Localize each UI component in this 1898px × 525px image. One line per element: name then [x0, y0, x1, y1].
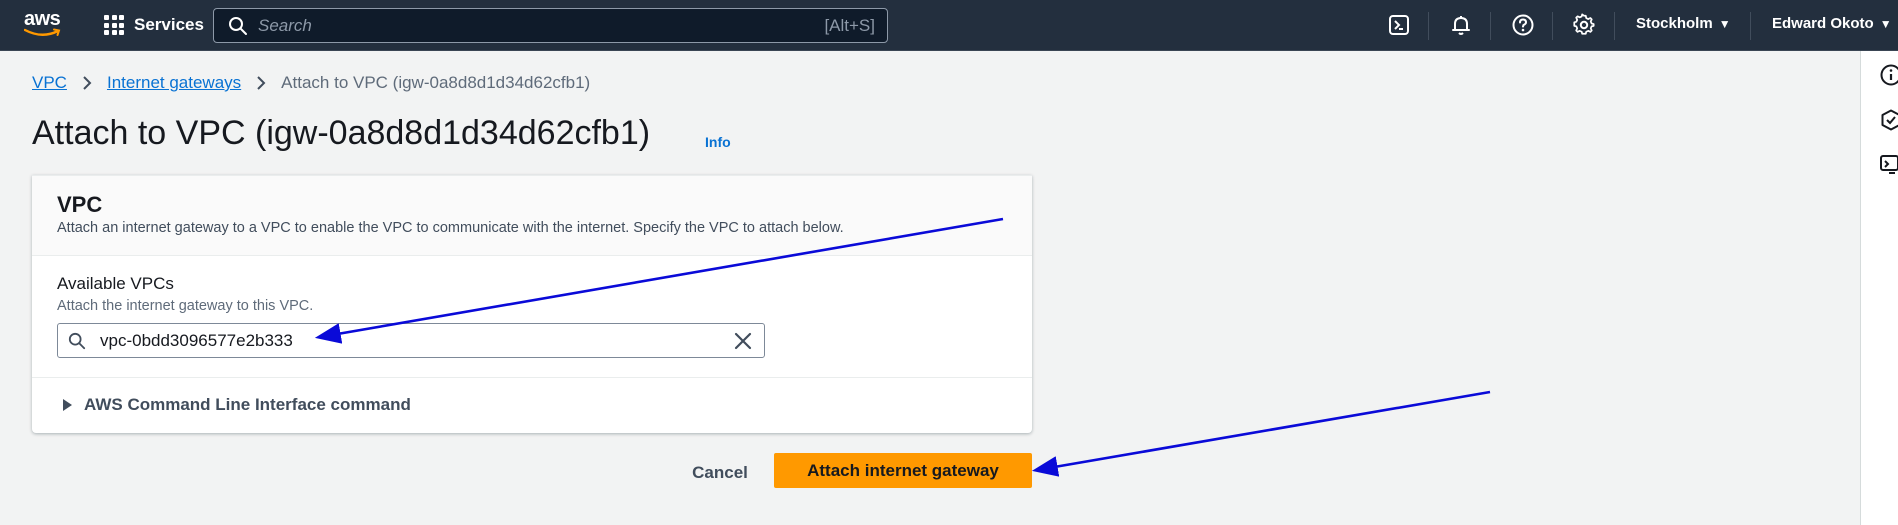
user-name: Edward Okoto [1772, 15, 1874, 32]
vpc-container: VPC Attach an internet gateway to a VPC … [32, 175, 1032, 433]
cancel-button[interactable]: Cancel [680, 456, 760, 490]
chevron-right-icon [83, 76, 92, 90]
container-header: VPC Attach an internet gateway to a VPC … [32, 176, 1032, 256]
region-label: Stockholm [1636, 15, 1713, 32]
settings-icon[interactable] [1572, 13, 1596, 37]
nav-separator [1614, 12, 1615, 40]
breadcrumb-vpc[interactable]: VPC [32, 73, 67, 93]
available-vpcs-label: Available VPCs [57, 274, 174, 293]
nav-separator [1750, 12, 1751, 40]
annotation-arrow [1031, 390, 1491, 477]
caret-down-icon: ▼ [1879, 16, 1892, 31]
aws-smile-icon [24, 28, 61, 36]
info-link[interactable]: Info [705, 134, 731, 150]
cloudshell-icon[interactable] [1387, 13, 1411, 37]
chevron-right-icon [257, 76, 266, 90]
shield-icon[interactable] [1879, 108, 1898, 132]
info-icon[interactable] [1879, 63, 1898, 87]
search-icon [68, 332, 86, 349]
breadcrumb-internet-gateways[interactable]: Internet gateways [107, 73, 241, 93]
page-title: Attach to VPC (igw-0a8d8d1d34d62cfb1) [32, 114, 651, 152]
aws-logo[interactable]: aws [22, 8, 66, 40]
divider [32, 377, 1032, 378]
account-menu[interactable]: Edward Okoto ▼ [1772, 15, 1892, 32]
global-search[interactable]: [Alt+S] [213, 8, 888, 43]
bell-icon[interactable] [1449, 13, 1473, 37]
help-icon[interactable] [1511, 13, 1535, 37]
container-description: Attach an internet gateway to a VPC to e… [57, 220, 844, 236]
feedback-icon[interactable] [1879, 153, 1898, 177]
breadcrumb-current: Attach to VPC (igw-0a8d8d1d34d62cfb1) [281, 73, 591, 92]
region-selector[interactable]: Stockholm ▼ [1636, 15, 1731, 32]
nav-separator [1428, 12, 1429, 40]
search-input[interactable] [258, 15, 825, 36]
clear-icon[interactable] [732, 330, 754, 352]
vpc-autosuggest[interactable]: vpc-0bdd3096577e2b333 [57, 323, 765, 358]
caret-down-icon: ▼ [1718, 16, 1731, 31]
nav-separator [1490, 12, 1491, 40]
right-tools-rail [1860, 51, 1898, 525]
services-label: Services [134, 15, 204, 34]
apps-grid-icon [104, 15, 124, 35]
nav-separator [1552, 12, 1553, 40]
attach-internet-gateway-button[interactable]: Attach internet gateway [774, 453, 1032, 488]
breadcrumb: VPC Internet gateways Attach to VPC (igw… [32, 73, 590, 93]
selected-vpc-value[interactable]: vpc-0bdd3096577e2b333 [100, 331, 732, 351]
services-menu[interactable]: Services [104, 12, 204, 38]
available-vpcs-description: Attach the internet gateway to this VPC. [57, 298, 314, 314]
container-title: VPC [57, 192, 103, 217]
search-shortcut: [Alt+S] [824, 15, 875, 35]
cli-command-expander[interactable]: AWS Command Line Interface command [62, 395, 411, 415]
caret-right-icon [63, 399, 72, 411]
expander-label: AWS Command Line Interface command [84, 395, 411, 414]
top-navigation: aws Services [Alt+S] [0, 0, 1898, 51]
search-icon [229, 16, 247, 35]
